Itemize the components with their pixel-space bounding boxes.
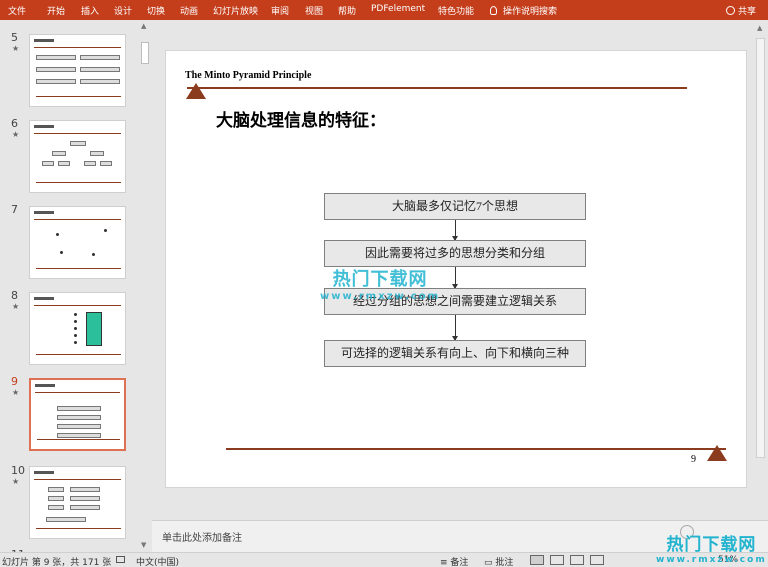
bottom-rule-line — [226, 448, 726, 450]
thumb-number: 8 — [11, 289, 18, 302]
watermark-line1: 热门下载网 — [666, 535, 757, 555]
notes-placeholder[interactable]: 单击此处添加备注 — [162, 529, 242, 544]
watermark-logo: 热门下载网 www.rmxzw.com — [320, 265, 440, 302]
arrow-down-icon — [452, 220, 458, 241]
thumb-number: 7 — [11, 203, 18, 216]
thumbnail-slide-8[interactable] — [29, 292, 126, 365]
notes-toggle-button[interactable]: ≡ 备注 — [440, 555, 468, 567]
slide-thumbnail-pane: 5 ★ 6 ★ 7 8 ★ 9 ★ 10 ★ — [0, 20, 152, 552]
thumb-number: 10 — [11, 464, 25, 477]
tab-design[interactable]: 设计 — [114, 4, 132, 17]
animation-star-icon: ★ — [12, 477, 20, 486]
tell-me-search[interactable]: 操作说明搜索 — [490, 4, 557, 17]
editor-scrollbar-thumb[interactable] — [756, 38, 765, 458]
thumbnail-slide-7[interactable] — [29, 206, 126, 279]
animation-star-icon: ★ — [12, 44, 20, 53]
thumbnail-slide-9[interactable] — [29, 378, 126, 451]
slide-title[interactable]: 大脑处理信息的特征： — [216, 106, 386, 131]
animation-star-icon: ★ — [12, 130, 20, 139]
pane-scroll-up-icon[interactable]: ▲ — [141, 22, 146, 30]
normal-view-icon[interactable] — [530, 555, 544, 565]
pane-scrollbar-thumb[interactable] — [141, 42, 149, 64]
arrow-down-icon — [452, 267, 458, 289]
person-icon — [725, 6, 735, 15]
tab-transitions[interactable]: 切换 — [147, 4, 165, 17]
tab-help[interactable]: 帮助 — [338, 4, 356, 17]
tab-review[interactable]: 审阅 — [271, 4, 289, 17]
editor-scroll-up-icon[interactable]: ▲ — [757, 24, 762, 32]
tab-file[interactable]: 文件 — [8, 4, 26, 17]
notes-icon: ≡ — [440, 558, 451, 567]
comments-btn-label: 批注 — [495, 558, 514, 567]
slideshow-icon[interactable] — [590, 555, 604, 565]
notes-btn-label: 备注 — [450, 558, 469, 567]
slide-sorter-icon[interactable] — [550, 555, 564, 565]
thumb-number: 9 — [11, 375, 18, 388]
tab-view[interactable]: 视图 — [305, 4, 323, 17]
thumbnail-slide-5[interactable] — [29, 34, 126, 107]
reading-view-icon[interactable] — [570, 555, 584, 565]
thumbnail-slide-6[interactable] — [29, 120, 126, 193]
ribbon-menu-bar: 文件 开始 插入 设计 切换 动画 幻灯片放映 审阅 视图 帮助 PDFelem… — [0, 0, 768, 20]
flow-box-2[interactable]: 因此需要将过多的思想分类和分组 — [324, 240, 586, 267]
status-bar: 幻灯片 第 9 张，共 171 张 中文(中国) ≡ 备注 ▭ 批注 51% — [0, 552, 768, 567]
watermark-line2: www.rmxzw.com — [320, 291, 441, 302]
flow-box-4[interactable]: 可选择的逻辑关系有向上、向下和横向三种 — [324, 340, 586, 367]
triangle-top — [186, 83, 206, 99]
slide-header-text: The Minto Pyramid Principle — [185, 70, 312, 81]
animation-star-icon: ★ — [12, 302, 20, 311]
language-indicator[interactable]: 中文(中国) — [136, 555, 179, 567]
slide-canvas[interactable]: The Minto Pyramid Principle 大脑处理信息的特征： 大… — [165, 50, 747, 488]
watermark-line1: 热门下载网 — [332, 269, 428, 290]
watermark-logo-corner: 热门下载网 www.rmxzw.com — [656, 530, 767, 565]
arrow-down-icon — [452, 315, 458, 341]
tab-features[interactable]: 特色功能 — [438, 4, 474, 17]
slide-page-number: 9 — [691, 454, 696, 465]
slide-counter: 幻灯片 第 9 张，共 171 张 — [2, 558, 112, 567]
comment-icon: ▭ — [484, 558, 496, 567]
thumb-number: 6 — [11, 117, 18, 130]
triangle-bottom — [707, 445, 727, 461]
share-button[interactable]: 共享 — [725, 4, 756, 17]
flow-box-1[interactable]: 大脑最多仅记忆7个思想 — [324, 193, 586, 220]
watermark-line2: www.rmxzw.com — [656, 555, 767, 565]
tab-animations[interactable]: 动画 — [180, 4, 198, 17]
animation-star-icon: ★ — [12, 388, 20, 397]
lightbulb-icon — [490, 6, 497, 15]
tab-pdfelement[interactable]: PDFelement — [371, 4, 425, 14]
spellcheck-icon[interactable] — [116, 555, 125, 565]
top-rule-line — [187, 87, 687, 89]
tab-slideshow[interactable]: 幻灯片放映 — [213, 4, 258, 17]
tell-me-label: 操作说明搜索 — [503, 7, 558, 17]
tab-home[interactable]: 开始 — [47, 4, 65, 17]
share-label: 共享 — [737, 7, 756, 17]
thumbnail-slide-10[interactable] — [29, 466, 126, 539]
tab-insert[interactable]: 插入 — [81, 4, 99, 17]
thumb-number: 5 — [11, 31, 18, 44]
comments-toggle-button[interactable]: ▭ 批注 — [484, 555, 513, 567]
pane-scroll-down-icon[interactable]: ▼ — [141, 541, 146, 549]
